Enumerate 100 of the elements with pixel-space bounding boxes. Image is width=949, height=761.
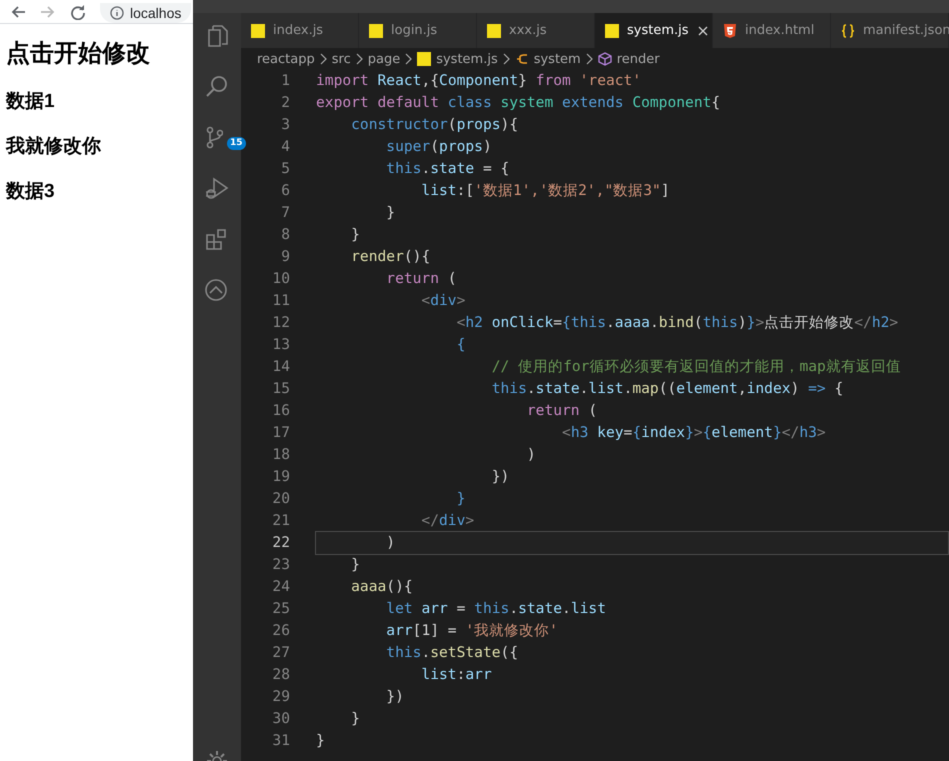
back-arrow-icon <box>10 4 26 20</box>
code-line: export default class system extends Component{ <box>315 93 722 113</box>
code-line: constructor(props){ <box>350 115 520 135</box>
js-file-icon <box>487 24 501 38</box>
list-heading: 数据3 <box>6 180 56 204</box>
code-line: list:arr <box>420 665 493 685</box>
chevron-right-icon <box>354 53 364 65</box>
chevron-right-icon <box>584 53 594 65</box>
chevron-right-icon <box>404 53 414 65</box>
reload-button[interactable] <box>70 4 86 20</box>
code-line: this.state = { <box>385 159 510 179</box>
code-line: arr[1] = '我就修改你' <box>385 621 559 641</box>
address-bar[interactable]: localhos <box>100 3 192 23</box>
line-number: 6 <box>280 181 291 201</box>
breadcrumb-item[interactable]: reactapp <box>257 52 315 66</box>
code-line: } <box>315 731 326 751</box>
page-heading[interactable]: 点击开始修改 <box>6 37 193 69</box>
code-line: <h2 onClick={this.aaaa.bind(this)}>点击开始修改</h2> <box>456 313 900 333</box>
code-line: list:['数据1','数据2',"数据3"] <box>420 181 671 201</box>
editor-tab[interactable]: index.js <box>241 13 359 48</box>
breadcrumb-item[interactable]: src <box>332 52 351 66</box>
html-file-icon <box>723 24 737 38</box>
chevron-circle-icon[interactable] <box>204 278 230 304</box>
line-number: 26 <box>271 621 291 641</box>
code-line: return ( <box>526 401 598 421</box>
code-line: } <box>456 489 466 509</box>
code-line: this.setState({ <box>385 643 520 663</box>
line-number: 5 <box>280 159 291 179</box>
code-line: aaaa(){ <box>350 577 414 597</box>
breadcrumb-item[interactable]: system.js <box>417 52 498 66</box>
code-line: { <box>456 335 466 355</box>
editor-tab[interactable]: system.js <box>595 13 713 48</box>
code-line: // 使用的for循环必须要有返回值的才能用，map就有返回值 <box>490 357 902 377</box>
cube-icon <box>598 52 612 66</box>
line-number: 14 <box>271 357 291 377</box>
code-line: <h3 key={index}>{element}</h3> <box>561 423 827 443</box>
code-line: import React,{Component} from 'react' <box>315 71 642 91</box>
chevron-right-icon <box>502 53 511 65</box>
list-heading: 我就修改你 <box>6 135 102 159</box>
line-number: 15 <box>271 379 291 399</box>
line-number: 3 <box>280 115 291 135</box>
line-number: 11 <box>271 291 291 311</box>
line-number: 2 <box>280 93 291 113</box>
close-icon[interactable] <box>696 24 709 36</box>
code-line: super(props) <box>385 137 493 157</box>
line-number: 1 <box>280 71 291 91</box>
code-line: ) <box>526 445 537 465</box>
line-number: 16 <box>271 401 291 421</box>
line-number: 8 <box>280 225 291 245</box>
breadcrumb-item[interactable]: render <box>598 52 660 66</box>
line-number: 21 <box>271 511 291 531</box>
editor-tab[interactable]: login.js <box>359 13 477 48</box>
line-number: 7 <box>280 203 291 223</box>
line-number: 17 <box>271 423 291 443</box>
code-line: } <box>385 203 396 223</box>
line-number: 4 <box>280 137 291 157</box>
breadcrumb-item[interactable]: page <box>368 52 400 66</box>
code-line: this.state.list.map((element,index) => { <box>490 379 844 399</box>
code-line: } <box>350 709 361 729</box>
line-number: 28 <box>271 665 291 685</box>
list-heading: 数据1 <box>6 90 56 114</box>
class-icon <box>514 52 529 66</box>
line-number: 19 <box>271 467 291 487</box>
line-number: 24 <box>271 577 291 597</box>
code-line: return ( <box>385 269 458 289</box>
line-number: 10 <box>271 269 291 289</box>
reload-arrow-icon <box>70 4 86 20</box>
editor-tab[interactable]: xxx.js <box>477 13 595 48</box>
line-number: 20 <box>271 489 291 509</box>
js-file-icon <box>417 52 432 66</box>
js-file-icon <box>369 24 383 38</box>
line-number: 12 <box>271 313 291 333</box>
info-icon <box>110 6 124 20</box>
line-number: 18 <box>271 445 291 465</box>
code-line: let arr = this.state.list <box>385 599 607 619</box>
code-line: } <box>350 555 361 575</box>
line-number: 23 <box>271 555 291 575</box>
line-number: 29 <box>271 687 291 707</box>
code-line: render(){ <box>350 247 432 267</box>
code-line: </div> <box>420 511 476 531</box>
code-line: <div> <box>420 291 466 311</box>
js-file-icon <box>251 24 265 38</box>
line-number: 31 <box>271 731 291 751</box>
line-number: 25 <box>271 599 291 619</box>
line-number: 30 <box>271 709 291 729</box>
forward-arrow-icon <box>40 4 56 20</box>
code-line: } <box>350 225 361 245</box>
editor-tab[interactable]: index.html <box>713 13 831 48</box>
code-line: }) <box>490 467 510 487</box>
line-number: 27 <box>271 643 291 663</box>
json-braces-icon <box>841 24 855 38</box>
js-file-icon <box>605 24 619 38</box>
count-badge: 15 <box>227 137 246 150</box>
back-button[interactable] <box>10 4 26 20</box>
chevron-right-icon <box>318 53 328 65</box>
line-number: 13 <box>271 335 291 355</box>
breadcrumb-item[interactable]: system <box>514 52 581 66</box>
code-line: }) <box>385 687 405 707</box>
line-number: 22 <box>271 533 291 553</box>
address-text: localhos <box>130 5 182 21</box>
